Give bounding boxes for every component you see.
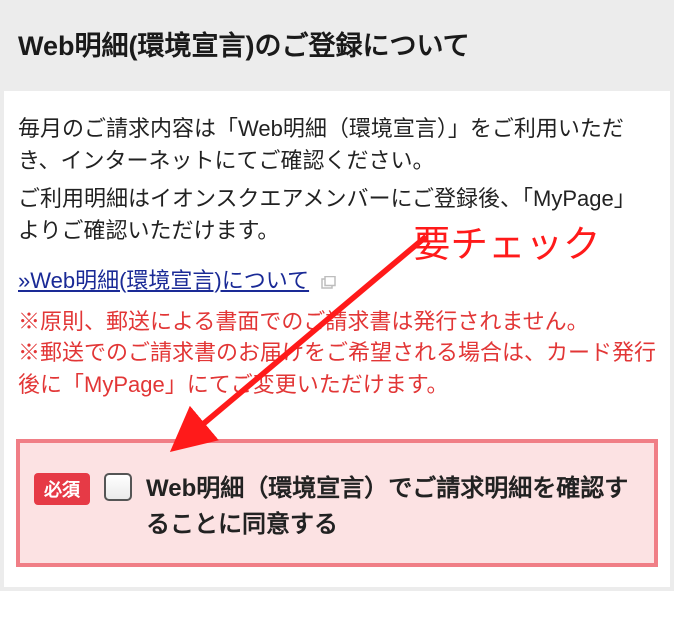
intro-paragraph-1: 毎月のご請求内容は「Web明細（環境宣言）」をご利用いただき、インターネットにて… [18, 113, 656, 177]
page-header: Web明細(環境宣言)のご登録について [4, 4, 670, 91]
page-root: Web明細(環境宣言)のご登録について 毎月のご請求内容は「Web明細（環境宣言… [0, 0, 674, 591]
info-link-row: »Web明細(環境宣言)について [18, 263, 656, 296]
consent-checkbox[interactable] [104, 473, 132, 501]
intro-paragraph-2: ご利用明細はイオンスクエアメンバーにご登録後、「MyPage」よりご確認いただけ… [18, 183, 656, 247]
external-link-icon [321, 270, 337, 296]
consent-panel: 必須 Web明細（環境宣言）でご請求明細を確認することに同意する [16, 439, 658, 567]
web-meisai-link[interactable]: »Web明細(環境宣言)について [18, 268, 309, 293]
note-line-1: ※原則、郵送による書面でのご請求書は発行されません。 [18, 306, 656, 338]
consent-inner: 必須 Web明細（環境宣言）でご請求明細を確認することに同意する [34, 471, 640, 543]
note-line-2: ※郵送でのご請求書のお届けをご希望される場合は、カード発行後に「MyPage」に… [18, 337, 656, 401]
consent-label: Web明細（環境宣言）でご請求明細を確認することに同意する [146, 471, 640, 543]
required-badge: 必須 [34, 473, 90, 505]
page-body: 毎月のご請求内容は「Web明細（環境宣言）」をご利用いただき、インターネットにて… [4, 91, 670, 411]
page-title: Web明細(環境宣言)のご登録について [18, 24, 656, 63]
note-block: ※原則、郵送による書面でのご請求書は発行されません。 ※郵送でのご請求書のお届け… [18, 306, 656, 402]
